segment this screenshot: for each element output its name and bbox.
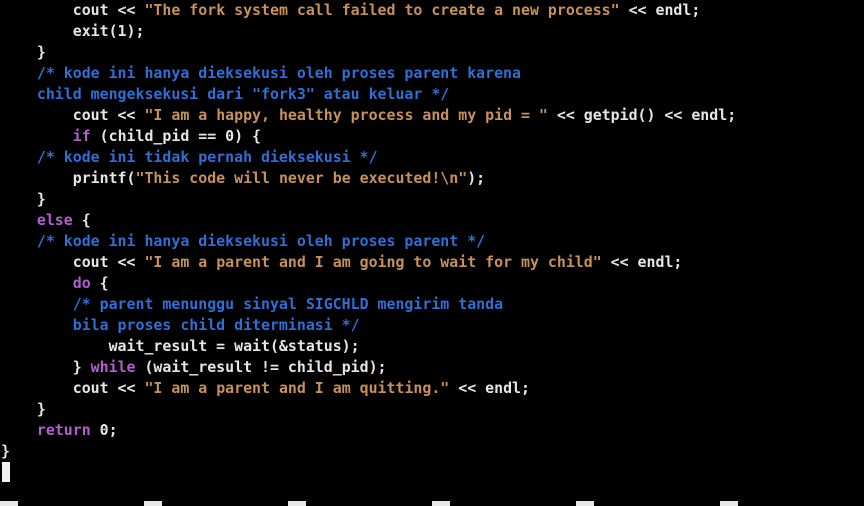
code-token-plain: wait_result = wait(&status);: [108, 337, 360, 355]
code-line: exit(1);: [1, 21, 145, 42]
code-line: child mengeksekusi dari "fork3" atau kel…: [1, 84, 449, 105]
code-token-plain: << getpid() << endl;: [547, 106, 737, 124]
code-token-plain: exit(1);: [72, 22, 145, 40]
code-token-comment: /* parent menunggu sinyal SIGCHLD mengir…: [72, 295, 504, 313]
code-line: }: [1, 189, 46, 210]
code-token-keyword: return: [36, 421, 91, 439]
code-line: else {: [1, 210, 91, 231]
code-token-plain: (child_pid == 0) {: [90, 127, 262, 145]
code-line: if (child_pid == 0) {: [1, 126, 261, 147]
code-token-string: "The fork system call failed to create a…: [144, 1, 620, 19]
code-token-keyword: if: [72, 127, 91, 145]
status-strip-mark: [288, 501, 306, 506]
code-token-comment: bila proses child diterminasi */: [72, 316, 360, 334]
code-line: bila proses child diterminasi */: [1, 315, 360, 336]
code-token-comment: /* kode ini tidak pernah dieksekusi */: [36, 148, 378, 166]
code-token-comment: child mengeksekusi dari "fork3" atau kel…: [36, 85, 450, 103]
code-token-plain: }: [72, 358, 91, 376]
code-token-comment: /* kode ini hanya dieksekusi oleh proses…: [36, 64, 521, 82]
code-token-plain: << endl;: [619, 1, 701, 19]
code-token-plain: 0;: [90, 421, 118, 439]
code-line: printf("This code will never be executed…: [1, 168, 485, 189]
code-line: }: [1, 441, 10, 462]
code-token-keyword: else: [36, 211, 73, 229]
code-line: /* kode ini hanya dieksekusi oleh proses…: [1, 63, 521, 84]
code-token-string: "I am a parent and I am quitting.": [144, 379, 450, 397]
code-token-plain: cout <<: [72, 106, 145, 124]
status-strip-mark: [720, 501, 738, 506]
status-strip-mark: [576, 501, 594, 506]
status-strip-mark: [432, 501, 450, 506]
code-token-plain: {: [72, 211, 91, 229]
code-token-plain: << endl;: [601, 253, 683, 271]
text-cursor: [2, 462, 10, 482]
code-token-string: "I am a happy, healthy process and my pi…: [144, 106, 548, 124]
code-token-plain: cout <<: [72, 379, 145, 397]
code-line: /* kode ini hanya dieksekusi oleh proses…: [1, 231, 485, 252]
code-editor[interactable]: cout << "The fork system call failed to …: [1, 0, 863, 486]
code-line: cout << "I am a parent and I am going to…: [1, 252, 683, 273]
code-token-string: "I am a parent and I am going to wait fo…: [144, 253, 602, 271]
code-line: /* parent menunggu sinyal SIGCHLD mengir…: [1, 294, 503, 315]
code-line: cout << "I am a parent and I am quitting…: [1, 378, 530, 399]
code-token-plain: cout <<: [72, 1, 145, 19]
code-token-plain: (wait_result != child_pid);: [135, 358, 387, 376]
code-token-plain: }: [1, 442, 10, 460]
code-token-plain: cout <<: [72, 253, 145, 271]
code-line: return 0;: [1, 420, 118, 441]
code-token-keyword: while: [90, 358, 136, 376]
code-line: do {: [1, 273, 109, 294]
status-strip-mark: [144, 501, 162, 506]
code-token-keyword: do: [72, 274, 91, 292]
code-token-plain: );: [467, 169, 486, 187]
code-token-plain: }: [36, 190, 46, 208]
code-token-string: "This code will never be executed!\n": [135, 169, 468, 187]
code-token-plain: << endl;: [449, 379, 530, 397]
status-strip-mark: [0, 501, 18, 506]
code-line: wait_result = wait(&status);: [1, 336, 360, 357]
code-token-plain: }: [36, 43, 46, 61]
code-line: }: [1, 399, 46, 420]
code-token-plain: }: [36, 400, 46, 418]
bottom-status-strip: [0, 501, 864, 506]
code-token-plain: {: [90, 274, 109, 292]
code-line: } while (wait_result != child_pid);: [1, 357, 387, 378]
code-line: }: [1, 42, 46, 63]
code-line: cout << "I am a happy, healthy process a…: [1, 105, 736, 126]
code-line: /* kode ini tidak pernah dieksekusi */: [1, 147, 378, 168]
code-token-comment: /* kode ini hanya dieksekusi oleh proses…: [36, 232, 486, 250]
code-line: cout << "The fork system call failed to …: [1, 0, 701, 21]
code-token-plain: printf(: [72, 169, 136, 187]
